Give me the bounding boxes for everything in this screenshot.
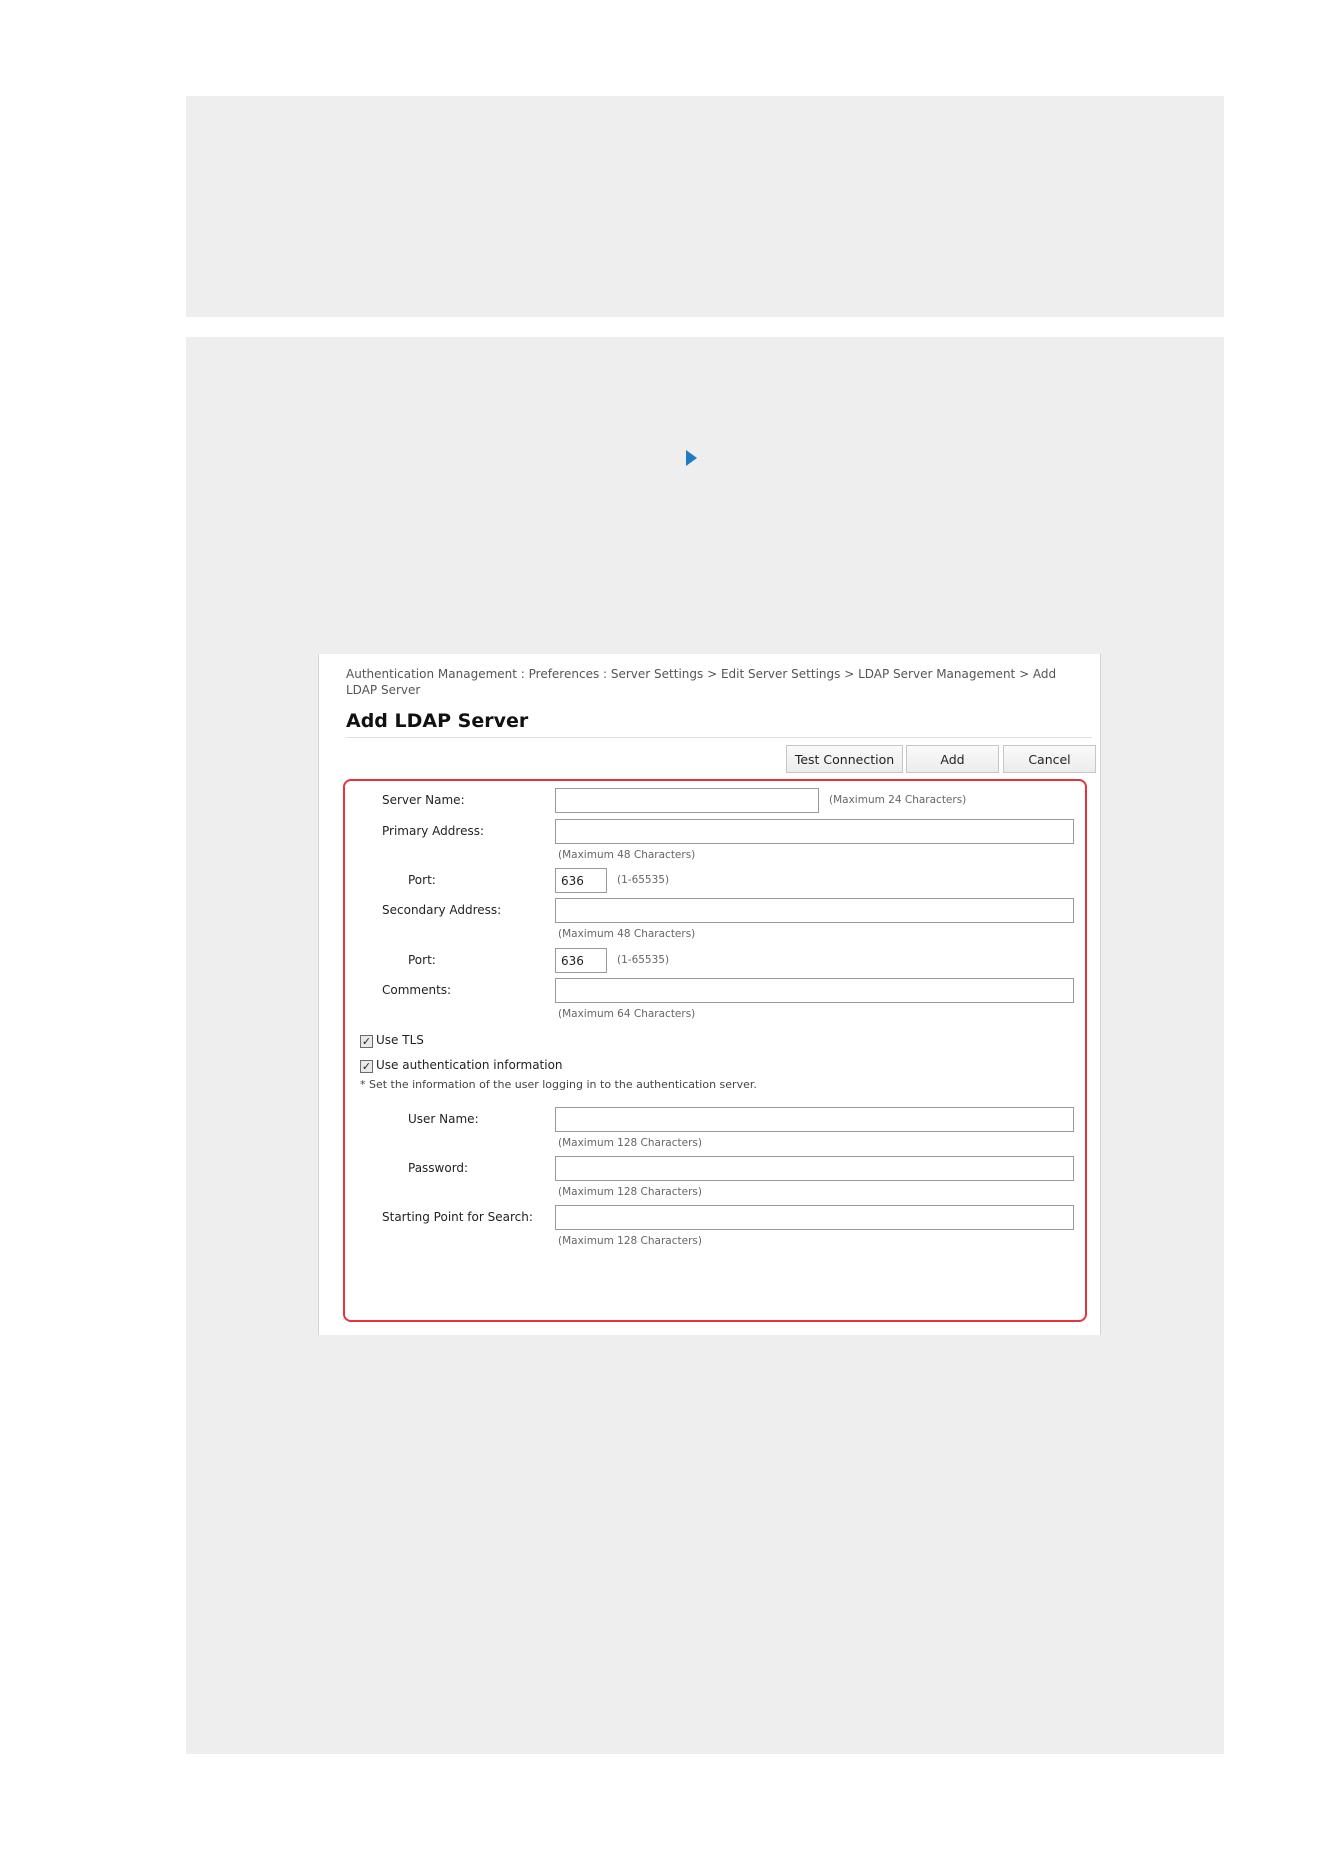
primary-port-input[interactable] bbox=[555, 868, 607, 893]
user-name-input[interactable] bbox=[555, 1107, 1074, 1132]
test-connection-button[interactable]: Test Connection bbox=[786, 745, 903, 773]
ldap-settings-form: Server Name: (Maximum 24 Characters) Pri… bbox=[343, 779, 1087, 1322]
password-label: Password: bbox=[408, 1161, 469, 1175]
server-name-input[interactable] bbox=[555, 788, 819, 813]
primary-port-label: Port: bbox=[408, 873, 436, 887]
use-tls-checkbox[interactable]: ✓ bbox=[360, 1035, 373, 1048]
primary-address-label: Primary Address: bbox=[382, 824, 485, 838]
use-tls-label: Use TLS bbox=[376, 1033, 424, 1047]
user-name-label: User Name: bbox=[408, 1112, 479, 1126]
server-name-label: Server Name: bbox=[382, 793, 465, 807]
title-divider bbox=[346, 737, 1092, 738]
search-start-hint: (Maximum 128 Characters) bbox=[558, 1235, 702, 1247]
primary-port-hint: (1-65535) bbox=[617, 874, 670, 886]
secondary-address-label: Secondary Address: bbox=[382, 903, 502, 917]
comments-label: Comments: bbox=[382, 983, 452, 997]
add-button[interactable]: Add bbox=[906, 745, 999, 773]
breadcrumb: Authentication Management : Preferences … bbox=[346, 667, 1057, 697]
secondary-port-hint: (1-65535) bbox=[617, 954, 670, 966]
password-input[interactable] bbox=[555, 1156, 1074, 1181]
server-name-hint: (Maximum 24 Characters) bbox=[829, 794, 967, 806]
secondary-address-hint: (Maximum 48 Characters) bbox=[558, 928, 696, 940]
use-auth-info-label: Use authentication information bbox=[376, 1058, 563, 1072]
primary-address-hint: (Maximum 48 Characters) bbox=[558, 849, 696, 861]
use-auth-info-checkbox[interactable]: ✓ bbox=[360, 1060, 373, 1073]
search-start-label: Starting Point for Search: bbox=[382, 1210, 533, 1224]
top-content-panel bbox=[186, 96, 1224, 317]
search-start-input[interactable] bbox=[555, 1205, 1074, 1230]
secondary-address-input[interactable] bbox=[555, 898, 1074, 923]
password-hint: (Maximum 128 Characters) bbox=[558, 1186, 702, 1198]
secondary-port-input[interactable] bbox=[555, 948, 607, 973]
comments-hint: (Maximum 64 Characters) bbox=[558, 1008, 696, 1020]
comments-input[interactable] bbox=[555, 978, 1074, 1003]
add-ldap-server-screenshot: Authentication Management : Preferences … bbox=[318, 654, 1101, 1335]
auth-info-note: * Set the information of the user loggin… bbox=[360, 1078, 757, 1091]
secondary-port-label: Port: bbox=[408, 953, 436, 967]
cancel-button[interactable]: Cancel bbox=[1003, 745, 1096, 773]
play-arrow-icon bbox=[686, 450, 697, 466]
page-title: Add LDAP Server bbox=[346, 710, 529, 732]
primary-address-input[interactable] bbox=[555, 819, 1074, 844]
user-name-hint: (Maximum 128 Characters) bbox=[558, 1137, 702, 1149]
